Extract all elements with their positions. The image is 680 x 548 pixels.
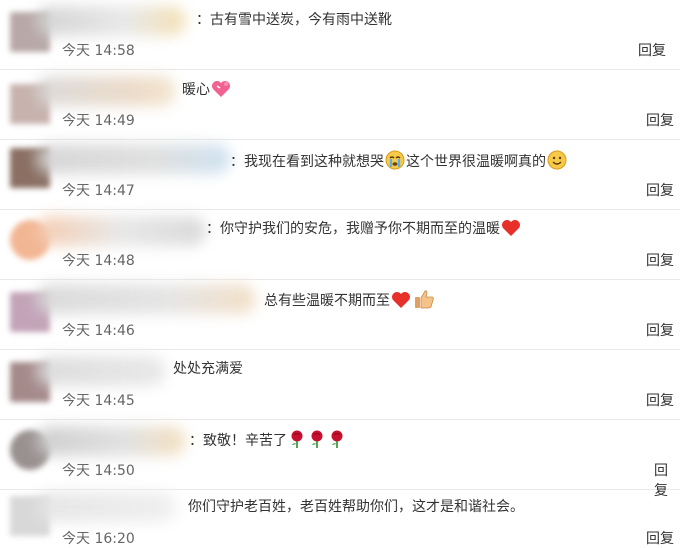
time-day: 今天 (62, 253, 90, 269)
username-blurred[interactable] (36, 144, 231, 174)
time-clock: 14:45 (94, 393, 135, 409)
comment-time: 今天 14:50 (62, 460, 135, 480)
comment-text: 你们守护老百姓，老百姓帮助你们，这才是和谐社会。 (188, 498, 524, 516)
comment-time: 今天 16:20 (62, 528, 135, 548)
comment-text: ：我现在看到这种就想哭 这个世界很温暖啊真的 (230, 150, 568, 175)
comment-body: 你守护我们的安危，我赠予你不期而至的温暖 (220, 221, 500, 237)
time-clock: 16:20 (94, 531, 135, 547)
time-clock: 14:48 (94, 253, 135, 269)
reply-button[interactable]: 回复 (646, 250, 674, 270)
comment-body: 致敬！辛苦了 (203, 433, 287, 449)
comment-item: ：古有雪中送炭，今有雨中送靴 今天 14:58 回复 (0, 0, 680, 70)
time-day: 今天 (62, 531, 90, 547)
time-day: 今天 (62, 463, 90, 479)
comment-body: 总有些温暖不期而至 (264, 293, 390, 309)
reply-button[interactable]: 回复 (646, 528, 674, 548)
time-day: 今天 (62, 43, 90, 59)
comment-body-part2: 这个世界很温暖啊真的 (406, 154, 546, 170)
reply-button[interactable]: 回复 (638, 40, 666, 60)
comment-text: ：你守护我们的安危，我赠予你不期而至的温暖 (206, 219, 522, 242)
username-blurred[interactable] (36, 492, 176, 522)
time-day: 今天 (62, 183, 90, 199)
comment-separator: ： (189, 433, 203, 449)
comment-body: 古有雪中送炭，今有雨中送靴 (210, 12, 392, 28)
comment-time: 今天 14:49 (62, 110, 135, 130)
username-blurred[interactable] (36, 284, 256, 314)
comment-item: 你们守护老百姓，老百姓帮助你们，这才是和谐社会。 今天 16:20 回复 (0, 490, 680, 548)
comment-body: 处处充满爱 (173, 361, 243, 377)
username-blurred[interactable] (36, 356, 166, 386)
time-clock: 14:46 (94, 323, 135, 339)
red-heart-emoji (391, 291, 411, 314)
comment-time: 今天 14:58 (62, 40, 135, 60)
heart-gift-emoji (211, 80, 231, 103)
comment-time: 今天 14:48 (62, 250, 135, 270)
comment-item: ：我现在看到这种就想哭 这个世界很温暖啊真的 今天 14:47 回复 (0, 140, 680, 210)
comment-separator: ： (206, 221, 220, 237)
comment-item: ：致敬！辛苦了 今天 14:50 回复 (0, 420, 680, 499)
comment-list: ：古有雪中送炭，今有雨中送靴 今天 14:58 回复 暖心 今天 14:49 回… (0, 0, 680, 548)
comment-item: 暖心 今天 14:49 回复 (0, 70, 680, 140)
time-clock: 14:47 (94, 183, 135, 199)
comment-text: 处处充满爱 (173, 360, 243, 378)
comment-time: 今天 14:47 (62, 180, 135, 200)
reply-button[interactable]: 回复 (646, 110, 674, 130)
comment-text: ：致敬！辛苦了 (189, 429, 347, 454)
username-blurred[interactable] (36, 6, 186, 36)
smile-emoji (547, 150, 567, 175)
comment-text: 总有些温暖不期而至 (264, 289, 436, 314)
time-day: 今天 (62, 393, 90, 409)
comment-item: 总有些温暖不期而至 今天 14:46 回复 (0, 280, 680, 350)
comment-time: 今天 14:45 (62, 390, 135, 410)
comment-separator: ： (230, 154, 244, 170)
comment-separator: ： (196, 12, 210, 28)
thumbs-up-emoji (413, 289, 435, 314)
reply-button[interactable]: 回复 (646, 390, 674, 410)
red-heart-emoji (501, 219, 521, 242)
rose-emoji (328, 429, 346, 454)
username-blurred[interactable] (36, 216, 206, 246)
username-blurred[interactable] (36, 76, 176, 106)
comment-text: 暖心 (182, 80, 232, 103)
time-day: 今天 (62, 113, 90, 129)
time-clock: 14:58 (94, 43, 135, 59)
comment-item: 处处充满爱 今天 14:45 回复 (0, 350, 680, 420)
comment-text: ：古有雪中送炭，今有雨中送靴 (196, 11, 392, 29)
username-blurred[interactable] (36, 426, 186, 456)
reply-button[interactable]: 回复 (646, 180, 674, 200)
comment-body: 暖心 (182, 82, 210, 98)
crying-emoji (385, 150, 405, 175)
rose-emoji (308, 429, 326, 454)
comment-body-part1: 我现在看到这种就想哭 (244, 154, 384, 170)
comment-item: ：你守护我们的安危，我赠予你不期而至的温暖 今天 14:48 回复 (0, 210, 680, 280)
comment-body: 你们守护老百姓，老百姓帮助你们，这才是和谐社会。 (188, 499, 524, 515)
time-day: 今天 (62, 323, 90, 339)
time-clock: 14:50 (94, 463, 135, 479)
rose-emoji (288, 429, 306, 454)
time-clock: 14:49 (94, 113, 135, 129)
reply-button[interactable]: 回复 (646, 320, 674, 340)
comment-time: 今天 14:46 (62, 320, 135, 340)
